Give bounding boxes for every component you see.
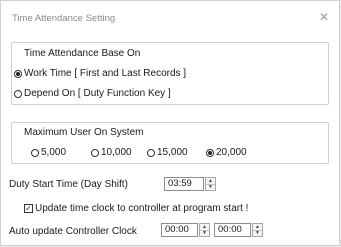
radio-duty-function-key-indicator[interactable] (14, 89, 22, 98)
spin-down-icon[interactable]: ▼ (200, 230, 209, 236)
radio-work-time-indicator[interactable] (14, 69, 22, 78)
radio-10000-indicator[interactable] (91, 148, 99, 157)
radio-duty-function-key-label: Depend On [ Duty Function Key ] (24, 88, 171, 99)
spin-down-icon[interactable]: ▼ (206, 184, 215, 190)
radio-15000-indicator[interactable] (147, 148, 155, 157)
radio-10000[interactable]: 10,000 (91, 147, 132, 158)
auto-update-time-2-input[interactable]: 00:00 (214, 223, 251, 237)
spin-down-icon[interactable]: ▼ (253, 230, 262, 236)
radio-5000-indicator[interactable] (31, 148, 39, 157)
radio-work-time[interactable]: Work Time [ First and Last Records ] (14, 68, 186, 79)
radio-20000-indicator[interactable] (206, 148, 214, 157)
radio-5000-label: 5,000 (41, 147, 67, 158)
radio-15000-label: 15,000 (157, 147, 188, 158)
radio-15000[interactable]: 15,000 (147, 147, 188, 158)
duty-start-time-input[interactable]: 03:59 (164, 177, 204, 191)
dialog-title: Time Attendance Setting (12, 13, 116, 24)
base-on-group-title: Time Attendance Base On (24, 48, 141, 59)
duty-start-spinner[interactable]: ▲ ▼ (205, 177, 216, 191)
duty-start-label: Duty Start Time (Day Shift) (9, 179, 128, 190)
auto-update-spinner-2[interactable]: ▲ ▼ (252, 223, 263, 237)
close-icon[interactable]: ✕ (317, 10, 331, 24)
auto-update-label: Auto update Controller Clock (9, 226, 137, 237)
update-clock-checkbox[interactable]: ✓ Update time clock to controller at pro… (24, 203, 248, 214)
max-user-group-title: Maximum User On System (24, 127, 144, 138)
radio-duty-function-key[interactable]: Depend On [ Duty Function Key ] (14, 88, 171, 99)
radio-20000[interactable]: 20,000 (206, 147, 247, 158)
radio-10000-label: 10,000 (101, 147, 132, 158)
title-bar: Time Attendance Setting ✕ (1, 1, 339, 35)
radio-work-time-label: Work Time [ First and Last Records ] (24, 68, 187, 79)
auto-update-spinner-1[interactable]: ▲ ▼ (199, 223, 210, 237)
radio-5000[interactable]: 5,000 (31, 147, 66, 158)
radio-20000-label: 20,000 (216, 147, 247, 158)
auto-update-time-1-input[interactable]: 00:00 (161, 223, 198, 237)
time-attendance-dialog: Time Attendance Setting ✕ Time Attendanc… (0, 0, 340, 246)
update-clock-label: Update time clock to controller at progr… (35, 203, 249, 214)
update-clock-check-indicator[interactable]: ✓ (24, 204, 33, 213)
